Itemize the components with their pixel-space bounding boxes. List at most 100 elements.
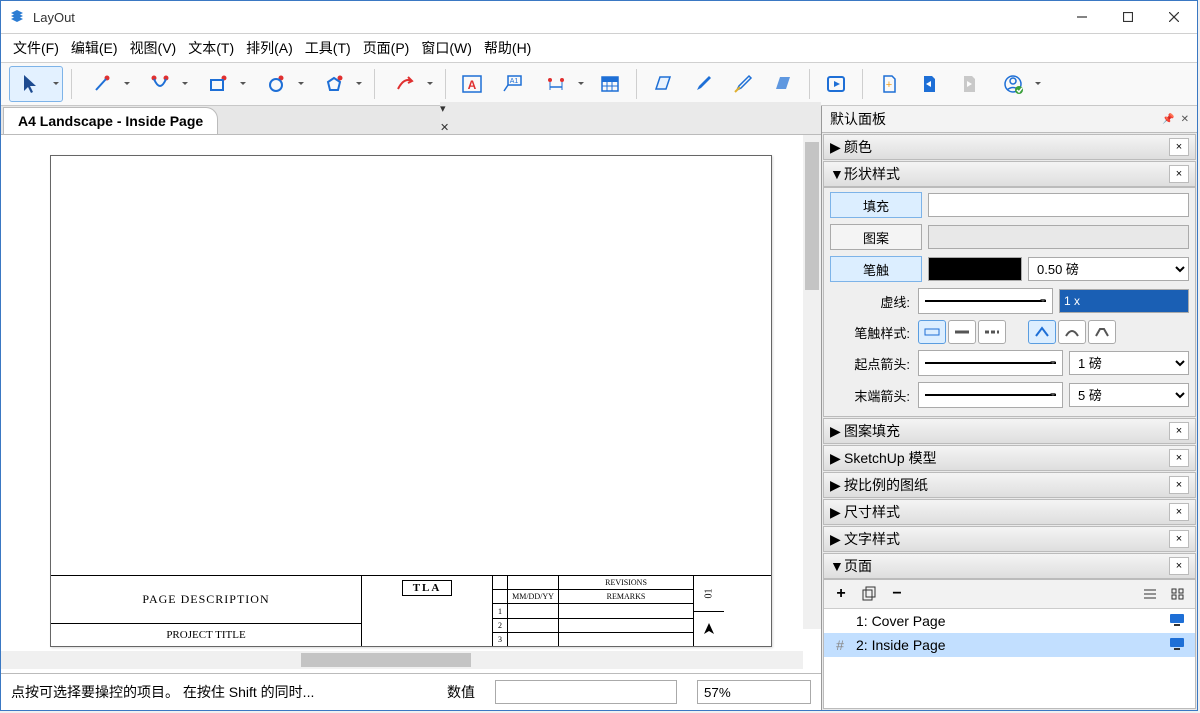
end-arrow-select[interactable] bbox=[918, 382, 1063, 408]
toolbar: A A1 + bbox=[1, 63, 1197, 106]
stroke-cap-flat[interactable] bbox=[918, 320, 946, 344]
dash-scale-input[interactable]: 1 x bbox=[1059, 289, 1189, 313]
titleblock-sheet-no: 01 bbox=[694, 576, 724, 612]
app-title: LayOut bbox=[33, 10, 75, 25]
page-add-button[interactable]: + bbox=[828, 582, 854, 606]
polygon-tool[interactable] bbox=[312, 66, 366, 102]
table-tool[interactable] bbox=[592, 66, 628, 102]
titleblock-logo: TLA bbox=[402, 580, 453, 596]
page-row-label: 2: Inside Page bbox=[856, 637, 946, 653]
select-tool[interactable] bbox=[9, 66, 63, 102]
menu-window[interactable]: 窗口(W) bbox=[415, 36, 478, 60]
status-value-label: 数值 bbox=[447, 682, 475, 702]
panel-dimension[interactable]: ▶尺寸样式× bbox=[823, 499, 1196, 525]
menu-view[interactable]: 视图(V) bbox=[124, 36, 183, 60]
add-page-tool[interactable]: + bbox=[871, 66, 907, 102]
stroke-cap-square[interactable] bbox=[978, 320, 1006, 344]
menu-page[interactable]: 页面(P) bbox=[357, 36, 416, 60]
start-arrow-select[interactable] bbox=[918, 350, 1063, 376]
page-row-icon: # bbox=[832, 637, 848, 653]
join-miter[interactable] bbox=[1028, 320, 1056, 344]
panel-sketchup[interactable]: ▶SketchUp 模型× bbox=[823, 445, 1196, 471]
zoom-input[interactable] bbox=[697, 680, 811, 704]
split-tool[interactable] bbox=[725, 66, 761, 102]
text-tool[interactable]: A bbox=[454, 66, 490, 102]
dimension-tool[interactable] bbox=[534, 66, 588, 102]
stroke-toggle[interactable]: 笔触 bbox=[830, 256, 922, 282]
svg-text:+: + bbox=[886, 79, 892, 91]
tab-close-icon[interactable]: ✕ bbox=[440, 121, 815, 134]
panel-textstyle[interactable]: ▶文字样式× bbox=[823, 526, 1196, 552]
erase-tool[interactable] bbox=[645, 66, 681, 102]
circle-tool[interactable] bbox=[254, 66, 308, 102]
pattern-swatch[interactable] bbox=[928, 225, 1189, 249]
stroke-cap-round[interactable] bbox=[948, 320, 976, 344]
join-tool[interactable] bbox=[765, 66, 801, 102]
close-button[interactable] bbox=[1151, 1, 1197, 33]
panel-color[interactable]: ▶颜色× bbox=[823, 134, 1196, 160]
dash-style-select[interactable] bbox=[918, 288, 1053, 314]
shape-style-body: 填充 图案 笔触0.50 磅 虚线:1 x 笔触样式: bbox=[823, 187, 1196, 417]
monitor-icon[interactable] bbox=[1169, 637, 1187, 654]
titlebar: LayOut bbox=[1, 1, 1197, 34]
tray-close-icon[interactable]: ✕ bbox=[1181, 114, 1189, 125]
titleblock: PAGE DESCRIPTION PROJECT TITLE TLA REVIS… bbox=[51, 575, 771, 646]
tray-pin-icon[interactable]: 📌 bbox=[1162, 114, 1174, 125]
account-tool[interactable] bbox=[991, 66, 1045, 102]
pages-list: 1: Cover Page # 2: Inside Page bbox=[824, 609, 1195, 708]
status-value-field[interactable] bbox=[495, 680, 677, 704]
start-arrow-size[interactable]: 1 磅 bbox=[1069, 351, 1189, 375]
end-arrow-size[interactable]: 5 磅 bbox=[1069, 383, 1189, 407]
pattern-toggle[interactable]: 图案 bbox=[830, 224, 922, 250]
page-remove-button[interactable]: − bbox=[884, 582, 910, 606]
fill-toggle[interactable]: 填充 bbox=[830, 192, 922, 218]
paper-sheet: PAGE DESCRIPTION PROJECT TITLE TLA REVIS… bbox=[50, 155, 772, 647]
app-window: LayOut 文件(F) 编辑(E) 视图(V) 文本(T) 排列(A) 工具(… bbox=[0, 0, 1198, 711]
arc-tool[interactable] bbox=[138, 66, 192, 102]
menu-tools[interactable]: 工具(T) bbox=[299, 36, 357, 60]
maximize-button[interactable] bbox=[1105, 1, 1151, 33]
stroke-width-select[interactable]: 0.50 磅 bbox=[1028, 257, 1189, 281]
stroke-color-swatch[interactable] bbox=[928, 257, 1022, 281]
document-tab-active[interactable]: A4 Landscape - Inside Page bbox=[3, 107, 218, 135]
panel-shape[interactable]: ▼形状样式× bbox=[823, 161, 1196, 187]
page-row[interactable]: 1: Cover Page bbox=[824, 609, 1195, 633]
horizontal-scrollbar[interactable] bbox=[1, 651, 803, 669]
panel-scaled[interactable]: ▶按比例的图纸× bbox=[823, 472, 1196, 498]
menubar: 文件(F) 编辑(E) 视图(V) 文本(T) 排列(A) 工具(T) 页面(P… bbox=[1, 34, 1197, 63]
line-tool[interactable] bbox=[80, 66, 134, 102]
next-page-tool[interactable] bbox=[951, 66, 987, 102]
offset-tool[interactable] bbox=[383, 66, 437, 102]
titleblock-project-title: PROJECT TITLE bbox=[51, 623, 361, 646]
menu-help[interactable]: 帮助(H) bbox=[478, 36, 537, 60]
menu-arrange[interactable]: 排列(A) bbox=[240, 36, 299, 60]
label-tool[interactable]: A1 bbox=[494, 66, 530, 102]
join-bevel[interactable] bbox=[1088, 320, 1116, 344]
tray-title: 默认面板 📌✕ bbox=[822, 106, 1197, 133]
canvas-area[interactable]: PAGE DESCRIPTION PROJECT TITLE TLA REVIS… bbox=[1, 135, 821, 651]
menu-edit[interactable]: 编辑(E) bbox=[65, 36, 124, 60]
rectangle-tool[interactable] bbox=[196, 66, 250, 102]
previous-page-tool[interactable] bbox=[911, 66, 947, 102]
status-hint: 点按可选择要操控的项目。 在按住 Shift 的同时... bbox=[11, 682, 314, 702]
vertical-scrollbar[interactable] bbox=[803, 135, 821, 629]
titleblock-page-desc: PAGE DESCRIPTION bbox=[51, 576, 361, 623]
join-round[interactable] bbox=[1058, 320, 1086, 344]
north-arrow-icon bbox=[694, 612, 724, 647]
monitor-icon[interactable] bbox=[1169, 613, 1187, 630]
panel-pages[interactable]: ▼页面× bbox=[823, 553, 1196, 579]
page-duplicate-button[interactable] bbox=[856, 582, 882, 606]
tab-pin-icon[interactable]: ▾ bbox=[440, 102, 815, 115]
fill-color-swatch[interactable] bbox=[928, 193, 1189, 217]
menu-file[interactable]: 文件(F) bbox=[7, 36, 65, 60]
page-thumb-view-button[interactable] bbox=[1165, 582, 1191, 606]
page-row[interactable]: # 2: Inside Page bbox=[824, 633, 1195, 657]
menu-text[interactable]: 文本(T) bbox=[182, 36, 240, 60]
style-eyedropper-tool[interactable] bbox=[685, 66, 721, 102]
page-row-label: 1: Cover Page bbox=[856, 613, 946, 629]
minimize-button[interactable] bbox=[1059, 1, 1105, 33]
panel-patternfill[interactable]: ▶图案填充× bbox=[823, 418, 1196, 444]
svg-text:A1: A1 bbox=[510, 78, 519, 85]
page-list-view-button[interactable] bbox=[1137, 582, 1163, 606]
presentation-tool[interactable] bbox=[818, 66, 854, 102]
